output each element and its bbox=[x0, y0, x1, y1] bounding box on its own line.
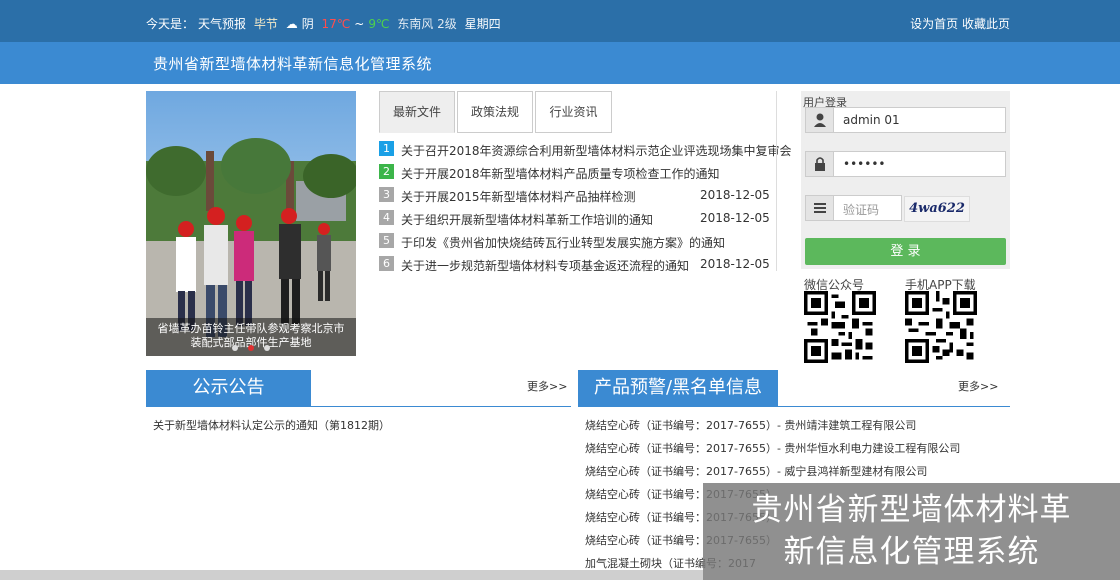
temp-separator: ~ bbox=[354, 17, 365, 31]
user-icon bbox=[806, 108, 834, 132]
title-bar: 贵州省新型墙体材料革新信息化管理系统 bbox=[0, 42, 1120, 84]
news-number: 1 bbox=[379, 141, 394, 156]
captcha-placeholder: 验证码 bbox=[843, 203, 880, 217]
weather-wind: 东南风 2级 bbox=[397, 17, 457, 31]
news-date: 2018-12-05 bbox=[700, 211, 770, 225]
top-links: 设为首页 收藏此页 bbox=[910, 15, 1010, 32]
notice-more-link[interactable]: 更多>> bbox=[527, 378, 567, 394]
news-title: 关于开展2018年新型墙体材料产品质量专项检查工作的通知 bbox=[401, 167, 720, 181]
news-item[interactable]: 1 关于召开2018年资源综合利用新型墙体材料示范企业评选现场集中复审会 bbox=[379, 140, 792, 158]
news-item[interactable]: 3 关于开展2015年新型墙体材料产品抽样检测 2018-12-05 bbox=[379, 186, 774, 204]
site-title: 贵州省新型墙体材料革新信息化管理系统 bbox=[153, 55, 433, 73]
news-title: 关于召开2018年资源综合利用新型墙体材料示范企业评选现场集中复审会 bbox=[401, 144, 792, 158]
slide-dot-active[interactable] bbox=[248, 345, 254, 351]
news-title: 关于组织开展新型墙体材料革新工作培训的通知 bbox=[401, 213, 654, 227]
news-number: 3 bbox=[379, 187, 394, 202]
overlay-line-2: 新信息化管理系统 bbox=[783, 534, 1040, 570]
app-qr-code bbox=[905, 291, 977, 363]
temp-high: 17℃ bbox=[321, 17, 351, 31]
notice-heading: 公示公告 bbox=[146, 370, 311, 406]
news-number: 6 bbox=[379, 256, 394, 271]
weather-city: 毕节 bbox=[253, 17, 278, 31]
tab-policies[interactable]: 政策法规 bbox=[457, 91, 533, 133]
captcha-icon bbox=[806, 196, 834, 220]
notice-item[interactable]: 关于新型墙体材料认定公示的通知（第1812期） bbox=[153, 417, 390, 433]
tab-industry-news[interactable]: 行业资讯 bbox=[535, 91, 612, 133]
bottom-scroll-bar bbox=[0, 570, 703, 580]
captcha-image[interactable]: 4wa622 bbox=[904, 196, 970, 222]
warning-more-link[interactable]: 更多>> bbox=[958, 378, 998, 394]
weather-prefix: 今天是： bbox=[146, 17, 195, 31]
weekday: 星期四 bbox=[464, 17, 501, 31]
cloud-icon: ☁ bbox=[285, 17, 298, 31]
overlay-line-1: 贵州省新型墙体材料革 bbox=[751, 492, 1072, 528]
slideshow-dots bbox=[232, 340, 280, 354]
news-number: 4 bbox=[379, 210, 394, 225]
password-field[interactable]: •••••• bbox=[805, 151, 1006, 177]
site-name-overlay: 贵州省新型墙体材料革 新信息化管理系统 bbox=[703, 483, 1120, 580]
username-value: admin 01 bbox=[843, 113, 900, 127]
lock-icon bbox=[806, 152, 834, 176]
username-field[interactable]: admin 01 bbox=[805, 107, 1006, 133]
login-button[interactable]: 登 录 bbox=[805, 238, 1006, 265]
weather-info: 今天是： 天气预报 毕节 ☁ 阴 17℃ ~9℃ 东南风 2级 星期四 bbox=[146, 15, 505, 32]
slideshow-photo bbox=[146, 91, 356, 356]
news-title: 关于开展2015年新型墙体材料产品抽样检测 bbox=[401, 190, 636, 204]
warning-header-line bbox=[578, 406, 1010, 407]
news-date: 2018-12-05 bbox=[700, 188, 770, 202]
warning-item[interactable]: 烧结空心砖（证书编号：2017-7655）- 贵州靖沣建筑工程有限公司 bbox=[585, 417, 916, 433]
news-item[interactable]: 6 关于进一步规范新型墙体材料专项基金返还流程的通知 2018-12-05 bbox=[379, 255, 774, 273]
news-date: 2018-12-05 bbox=[700, 257, 770, 271]
bookmark-link[interactable]: 收藏此页 bbox=[962, 17, 1010, 31]
news-item[interactable]: 5 于印发《贵州省加快烧结砖瓦行业转型发展实施方案》的通知 bbox=[379, 232, 774, 250]
weather-label: 天气预报 bbox=[198, 17, 247, 31]
column-divider bbox=[776, 91, 777, 271]
wechat-qr-code bbox=[804, 291, 876, 363]
news-title: 关于进一步规范新型墙体材料专项基金返还流程的通知 bbox=[401, 259, 690, 273]
warning-item[interactable]: 烧结空心砖（证书编号：2017-7655）- 威宁县鸿祥新型建材有限公司 bbox=[585, 463, 927, 479]
warning-heading: 产品预警/黑名单信息 bbox=[578, 370, 778, 406]
top-bar: 今天是： 天气预报 毕节 ☁ 阴 17℃ ~9℃ 东南风 2级 星期四 设为首页 收藏… bbox=[0, 0, 1120, 42]
news-title: 于印发《贵州省加快烧结砖瓦行业转型发展实施方案》的通知 bbox=[401, 236, 726, 250]
news-number: 2 bbox=[379, 164, 394, 179]
login-panel: 用户登录 admin 01 •••••• 验证码 4wa622 登 录 bbox=[801, 91, 1010, 269]
slide-dot[interactable] bbox=[264, 345, 270, 351]
caption-line-1: 省墙革办苗铃主任带队参观考察北京市 bbox=[157, 322, 345, 335]
news-item[interactable]: 4 关于组织开展新型墙体材料革新工作培训的通知 2018-12-05 bbox=[379, 209, 774, 227]
tab-latest-files[interactable]: 最新文件 bbox=[379, 91, 455, 133]
news-slideshow[interactable]: 省墙革办苗铃主任带队参观考察北京市 装配式部品部件生产基地 bbox=[146, 91, 356, 356]
set-homepage-link[interactable]: 设为首页 bbox=[910, 17, 958, 31]
news-item[interactable]: 2 关于开展2018年新型墙体材料产品质量专项检查工作的通知 bbox=[379, 163, 774, 181]
slide-dot[interactable] bbox=[232, 345, 238, 351]
warning-item[interactable]: 烧结空心砖（证书编号：2017-7655）- 贵州华恒水利电力建设工程有限公司 bbox=[585, 440, 960, 456]
news-number: 5 bbox=[379, 233, 394, 248]
password-value: •••••• bbox=[843, 157, 886, 171]
weather-condition: 阴 bbox=[301, 17, 314, 31]
notice-header-line bbox=[146, 406, 571, 407]
temp-low: 9℃ bbox=[368, 17, 390, 31]
captcha-field[interactable]: 验证码 bbox=[805, 195, 902, 221]
